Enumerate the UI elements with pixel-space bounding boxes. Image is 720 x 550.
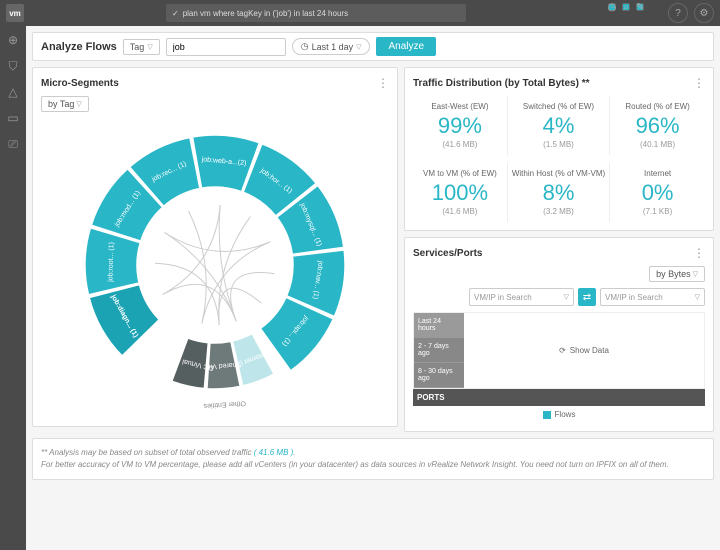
group-by-select[interactable]: Tag▽ [123,39,160,55]
stat-tile: Routed (% of EW)96%(40.1 MB) [610,96,705,155]
stat-tile: Within Host (% of VM-VM)8%(3.2 MB) [508,163,610,222]
nav-datasource-icon[interactable]: ⎚ [5,136,21,152]
stat-tile: East-West (EW)99%(41.6 MB) [413,96,508,155]
check-icon: ✓ [172,9,179,18]
time-tab[interactable]: Last 24 hours [414,313,464,338]
micro-filter-select[interactable]: by Tag▽ [41,96,89,112]
nav-monitor-icon[interactable]: ▭ [5,110,21,126]
settings-icon[interactable]: ⚙ [694,3,714,23]
services-show-data[interactable]: ⟳Show Data [464,313,704,387]
search-icon[interactable]: ⌕ [622,3,630,11]
history-icon[interactable]: ◷ [608,3,616,11]
traffic-panel: Traffic Distribution (by Total Bytes) **… [404,67,714,231]
global-search[interactable]: ✓ plan vm where tagKey in ('job') in las… [166,4,466,22]
time-tab[interactable]: 2 - 7 days ago [414,338,464,363]
footnote: ** Analysis may be based on subset of to… [32,438,714,480]
ports-header[interactable]: PORTS [413,389,705,406]
services-title: Services/Ports [413,248,483,259]
help-icon[interactable]: ? [668,3,688,23]
services-dst-input[interactable]: VM/IP in Search▽ [600,288,705,306]
sidebar: ⊕ ⛉ △ ▭ ⎚ [0,26,26,550]
stat-tile: Switched (% of EW)4%(1.5 MB) [508,96,610,155]
page-title: Analyze Flows [41,41,117,53]
services-legend: Flows [413,406,705,423]
swap-icon[interactable]: ⇄ [578,288,596,306]
analyze-toolbar: Analyze Flows Tag▽ ◷Last 1 day▽ Analyze [32,32,714,61]
pin-icon[interactable]: ✎ [636,3,644,11]
services-src-input[interactable]: VM/IP in Search▽ [469,288,574,306]
topbar: vm ✓ plan vm where tagKey in ('job') in … [0,0,720,26]
traffic-more-icon[interactable]: ⋮ [693,76,705,90]
services-more-icon[interactable]: ⋮ [693,246,705,260]
svg-text:job:root... (1): job:root... (1) [107,242,115,283]
nav-alert-icon[interactable]: △ [5,84,21,100]
nav-globe-icon[interactable]: ⊕ [5,32,21,48]
analyze-button[interactable]: Analyze [376,37,436,56]
app-logo[interactable]: vm [6,4,24,22]
svg-text:Other Entities: Other Entities [203,399,246,409]
time-range-select[interactable]: ◷Last 1 day▽ [292,38,371,55]
stat-tile: VM to VM (% of EW)100%(41.6 MB) [413,163,508,222]
micro-more-icon[interactable]: ⋮ [377,76,389,90]
group-value-input[interactable] [166,38,286,56]
time-tab[interactable]: 8 - 30 days ago [414,363,464,388]
services-time-tabs: Last 24 hours2 - 7 days ago8 - 30 days a… [414,313,464,388]
services-by-select[interactable]: by Bytes▽ [649,266,705,282]
services-panel: Services/Ports ⋮ by Bytes▽ VM/IP in Sear… [404,237,714,432]
clock-icon: ◷ [301,41,309,52]
micro-segments-panel: Micro-Segments ⋮ by Tag▽ job:diagn... (1… [32,67,398,427]
stat-tile: Internet0%(7.1 KB) [610,163,705,222]
search-text: plan vm where tagKey in ('job') in last … [183,9,348,18]
traffic-title: Traffic Distribution (by Total Bytes) ** [413,78,590,89]
micro-segments-title: Micro-Segments [41,78,119,89]
refresh-icon: ⟳ [559,346,566,355]
micro-segments-chart[interactable]: job:diagn... (1)job:root... (1)job:mod..… [65,120,365,410]
nav-security-icon[interactable]: ⛉ [5,58,21,74]
